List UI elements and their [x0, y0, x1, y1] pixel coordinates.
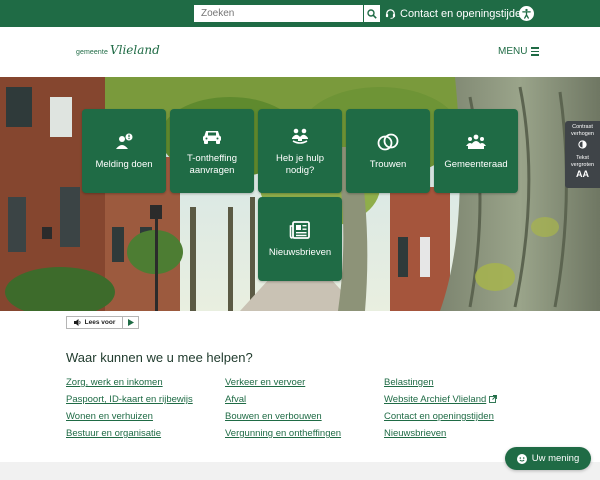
menu-label: MENU [498, 46, 528, 57]
contrast-label: Contrast verhogen [571, 124, 594, 137]
link-website-archief[interactable]: Website Archief Vlieland [384, 394, 498, 411]
feedback-label: Uw mening [531, 453, 580, 464]
tile-melding-doen[interactable]: Melding doen [82, 109, 166, 193]
hero-banner: Melding doen T-ontheffing aanvragen Heb … [0, 77, 600, 311]
external-link-icon [489, 395, 498, 403]
link-paspoort[interactable]: Paspoort, ID-kaart en rijbewijs [66, 394, 193, 411]
link-afval[interactable]: Afval [225, 394, 341, 411]
top-bar: Contact en openingstijden [0, 0, 600, 27]
logo-small-text: gemeente [76, 49, 108, 56]
link-bestuur-organisatie[interactable]: Bestuur en organisatie [66, 428, 193, 445]
search-icon [367, 8, 377, 19]
contact-link[interactable]: Contact en openingstijden [385, 4, 527, 23]
alert-person-icon [114, 131, 134, 153]
tile-t-ontheffing[interactable]: T-ontheffing aanvragen [170, 109, 254, 193]
tile-hulp-nodig[interactable]: Heb je hulp nodig? [258, 109, 342, 193]
text-size-toggle[interactable]: Tekst vergroten AA [565, 152, 600, 180]
read-aloud-label: Lees voor [84, 319, 116, 326]
link-wonen-verhuizen[interactable]: Wonen en verhuizen [66, 411, 193, 428]
links-column-1: Zorg, werk en inkomen Paspoort, ID-kaart… [66, 377, 193, 445]
accessibility-button[interactable] [519, 6, 534, 21]
link-verkeer-vervoer[interactable]: Verkeer en vervoer [225, 377, 341, 394]
tile-label: Trouwen [369, 159, 407, 170]
site-header: gemeente Vlieland MENU [0, 27, 600, 77]
smiley-icon [516, 453, 527, 464]
text-size-icon: AA [576, 169, 589, 179]
rings-icon [376, 131, 400, 153]
contact-label: Contact en openingstijden [400, 7, 528, 20]
play-icon [127, 319, 134, 326]
link-website-archief-label: Website Archief Vlieland [384, 394, 487, 405]
tile-gemeenteraad[interactable]: Gemeenteraad [434, 109, 518, 193]
car-icon [202, 125, 222, 147]
links-column-3: Belastingen Website Archief Vlieland Con… [384, 377, 498, 445]
text-size-label: Tekst vergroten [570, 155, 595, 168]
search-box [193, 4, 381, 23]
newspaper-icon [289, 219, 311, 241]
read-aloud-button[interactable]: Lees voor [67, 317, 123, 328]
tile-label: Heb je hulp nodig? [275, 153, 325, 176]
link-belastingen[interactable]: Belastingen [384, 377, 497, 394]
play-button[interactable] [123, 319, 138, 326]
hamburger-icon [531, 47, 540, 56]
link-bouwen-verbouwen[interactable]: Bouwen en verbouwen [225, 411, 341, 428]
tile-trouwen[interactable]: Trouwen [346, 109, 430, 193]
tile-label: Nieuwsbrieven [268, 247, 332, 258]
feedback-button[interactable]: Uw mening [505, 447, 591, 470]
search-input[interactable] [194, 5, 364, 22]
search-button[interactable] [363, 5, 380, 22]
accessibility-panel: Contrast verhogen Tekst vergroten AA [565, 121, 600, 188]
section-title: Waar kunnen we u mee helpen? [66, 350, 253, 365]
tile-nieuwsbrieven[interactable]: Nieuwsbrieven [258, 197, 342, 281]
logo-script-text: Vlieland [109, 43, 160, 57]
contrast-icon [578, 140, 587, 149]
accessibility-icon [522, 8, 531, 19]
tile-label: Gemeenteraad [444, 159, 508, 170]
headset-icon [385, 9, 396, 19]
read-aloud-control: Lees voor [66, 316, 139, 329]
tile-label: T-ontheffing aanvragen [186, 153, 237, 176]
link-vergunning-ontheffingen[interactable]: Vergunning en ontheffingen [225, 428, 341, 445]
contrast-toggle[interactable]: Contrast verhogen [565, 121, 600, 152]
council-icon [465, 131, 487, 153]
speaker-icon [73, 319, 81, 326]
tile-label: Melding doen [95, 159, 153, 170]
link-contact-openingstijden[interactable]: Contact en openingstijden [384, 411, 497, 428]
menu-button[interactable]: MENU [498, 46, 540, 57]
logo[interactable]: gemeente Vlieland [76, 43, 160, 57]
links-column-2: Verkeer en vervoer Afval Bouwen en verbo… [225, 377, 341, 445]
help-people-icon [290, 125, 310, 147]
link-nieuwsbrieven[interactable]: Nieuwsbrieven [384, 428, 497, 445]
link-zorg-werk-inkomen[interactable]: Zorg, werk en inkomen [66, 377, 193, 394]
